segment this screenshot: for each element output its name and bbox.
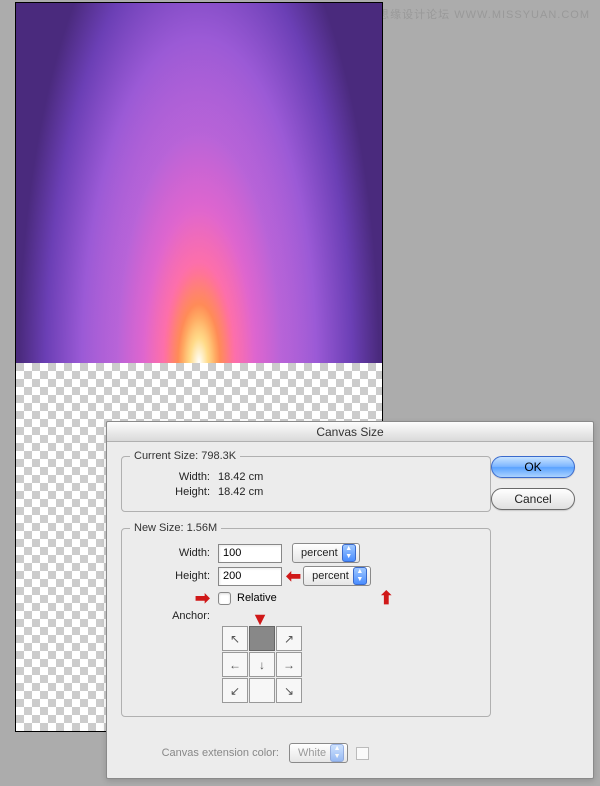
annotation-arrow-icon xyxy=(286,567,301,585)
anchor-cell[interactable]: ↖ xyxy=(222,626,248,651)
annotation-arrow-icon xyxy=(195,588,210,608)
anchor-cell-selected[interactable] xyxy=(249,626,275,651)
chevron-updown-icon: ▲▼ xyxy=(330,744,344,762)
anchor-cell[interactable]: ↘ xyxy=(276,678,302,703)
new-height-label: Height: xyxy=(130,570,218,582)
dialog-title: Canvas Size xyxy=(107,422,593,442)
current-size-group: Current Size: 798.3K Width: 18.42 cm Hei… xyxy=(121,450,491,512)
current-width-value: 18.42 cm xyxy=(218,471,263,483)
anchor-cell[interactable]: ↗ xyxy=(276,626,302,651)
anchor-grid[interactable]: ↖ ↗ ← ↓ → ↙ ↘ xyxy=(222,626,302,703)
ok-button[interactable]: OK xyxy=(491,456,575,478)
new-height-input[interactable] xyxy=(218,567,282,586)
extension-color-swatch[interactable] xyxy=(356,747,369,760)
chevron-updown-icon: ▲▼ xyxy=(353,567,367,585)
relative-checkbox[interactable] xyxy=(218,592,231,605)
canvas-size-dialog: Canvas Size Current Size: 798.3K Width: … xyxy=(106,421,594,779)
current-height-label: Height: xyxy=(130,486,218,498)
anchor-cell[interactable]: ← xyxy=(222,652,248,677)
new-size-legend: New Size: 1.56M xyxy=(130,522,221,534)
cancel-button[interactable]: Cancel xyxy=(491,488,575,510)
current-height-value: 18.42 cm xyxy=(218,486,263,498)
artwork-layer xyxy=(16,3,382,363)
chevron-updown-icon: ▲▼ xyxy=(342,544,356,562)
anchor-cell[interactable] xyxy=(249,678,275,703)
annotation-arrow-icon xyxy=(379,589,394,607)
anchor-cell[interactable]: → xyxy=(276,652,302,677)
relative-label: Relative xyxy=(237,592,277,604)
extension-color-select[interactable]: White ▲▼ xyxy=(289,743,348,763)
new-width-label: Width: xyxy=(130,547,218,559)
watermark-text: 思缘设计论坛 WWW.MISSYUAN.COM xyxy=(378,6,590,22)
current-size-legend: Current Size: 798.3K xyxy=(130,450,240,462)
anchor-label: Anchor: xyxy=(130,610,218,622)
anchor-cell[interactable]: ↙ xyxy=(222,678,248,703)
annotation-arrow-icon: ▼ xyxy=(251,610,269,628)
height-unit-select[interactable]: percent ▲▼ xyxy=(303,566,371,586)
extension-color-label: Canvas extension color: xyxy=(121,747,289,759)
new-width-input[interactable] xyxy=(218,544,282,563)
width-unit-select[interactable]: percent ▲▼ xyxy=(292,543,360,563)
anchor-cell[interactable]: ↓ xyxy=(249,652,275,677)
current-width-label: Width: xyxy=(130,471,218,483)
new-size-group: New Size: 1.56M Width: percent ▲▼ Height… xyxy=(121,522,491,717)
